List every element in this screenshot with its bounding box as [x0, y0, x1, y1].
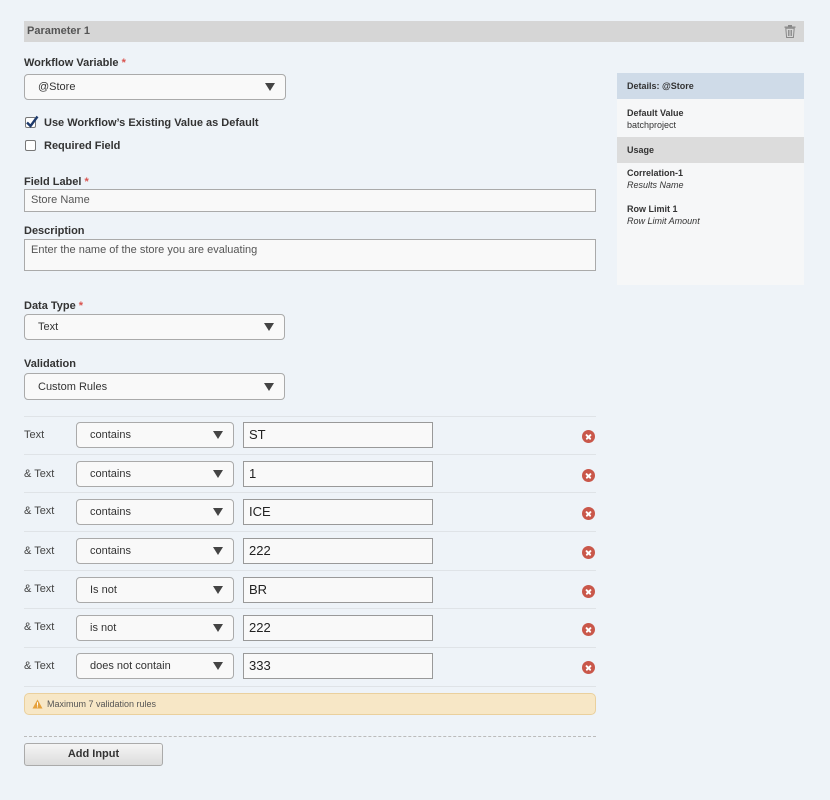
remove-rule-icon[interactable]: [582, 585, 595, 598]
warning-icon: [32, 699, 43, 709]
usage-title: Usage: [627, 145, 655, 155]
workflow-variable-value: @Store: [38, 81, 76, 93]
required-mark: *: [84, 176, 89, 188]
trash-icon[interactable]: [784, 25, 796, 38]
parameter-title: Parameter 1: [27, 25, 90, 37]
chevron-down-icon: [213, 508, 223, 516]
chevron-down-icon: [213, 624, 223, 632]
rule-operator-select[interactable]: does not contain: [76, 653, 234, 679]
rule-operator-select[interactable]: contains: [76, 538, 234, 564]
rule-value-input[interactable]: 222: [243, 615, 433, 641]
field-label-input[interactable]: Store Name: [24, 189, 596, 212]
validation-rule-row: Text contains ST: [24, 416, 596, 455]
use-existing-value-label: Use Workflow’s Existing Value as Default: [44, 117, 259, 129]
rule-operator-value: contains: [90, 545, 131, 557]
rule-label: & Text: [24, 505, 55, 517]
parameter-header: Parameter 1: [24, 21, 804, 42]
validation-rule-row: & Text is not 222: [24, 608, 596, 648]
rule-value-input[interactable]: ICE: [243, 499, 433, 525]
rule-operator-value: does not contain: [90, 660, 171, 672]
chevron-down-icon: [213, 470, 223, 478]
validation-value: Custom Rules: [38, 380, 108, 393]
rule-value-input[interactable]: ST: [243, 422, 433, 448]
description-label: Description: [24, 225, 85, 237]
usage-item-field: Row Limit Amount: [627, 216, 700, 226]
rule-operator-select[interactable]: Is not: [76, 577, 234, 603]
warning-text: Maximum 7 validation rules: [47, 699, 157, 709]
required-mark: *: [121, 57, 126, 69]
usage-item-name: Row Limit 1: [627, 204, 678, 214]
details-title: Details: @Store: [627, 81, 694, 91]
default-value-title: Default Value: [627, 108, 684, 118]
validation-rule-row: & Text contains 222: [24, 531, 596, 571]
details-panel: Details: @Store Default Value batchproje…: [617, 73, 804, 285]
description-textarea[interactable]: Enter the name of the store you are eval…: [24, 239, 596, 271]
rule-operator-select[interactable]: contains: [76, 422, 234, 448]
validation-select[interactable]: Custom Rules: [24, 373, 285, 400]
rule-operator-select[interactable]: contains: [76, 499, 234, 525]
rule-operator-select[interactable]: is not: [76, 615, 234, 641]
usage-item-name: Correlation-1: [627, 168, 684, 178]
rule-label: Text: [24, 429, 45, 441]
rule-label: & Text: [24, 660, 55, 672]
rule-label: & Text: [24, 468, 55, 480]
rule-operator-select[interactable]: contains: [76, 461, 234, 487]
usage-header: Usage: [617, 137, 804, 163]
remove-rule-icon[interactable]: [582, 507, 595, 520]
rule-operator-value: contains: [90, 506, 131, 518]
data-type-label: Data Type *: [24, 300, 84, 312]
workflow-variable-label: Workflow Variable *: [24, 57, 126, 69]
remove-rule-icon[interactable]: [582, 661, 595, 674]
chevron-down-icon: [213, 662, 223, 670]
required-mark: *: [78, 300, 84, 312]
required-field-checkbox[interactable]: [25, 140, 36, 151]
checkmark-icon: [26, 115, 39, 128]
required-field-label: Required Field: [44, 140, 121, 152]
chevron-down-icon: [265, 83, 275, 91]
validation-label: Validation: [24, 358, 76, 370]
add-input-button[interactable]: Add Input: [24, 743, 163, 766]
rule-label: & Text: [24, 545, 55, 557]
validation-rule-row: & Text contains ICE: [24, 492, 596, 532]
rule-operator-value: Is not: [90, 584, 117, 596]
validation-rule-row: & Text does not contain 333: [24, 647, 596, 687]
use-existing-value-checkbox[interactable]: [25, 115, 39, 128]
rule-label: & Text: [24, 583, 55, 595]
chevron-down-icon: [213, 586, 223, 594]
field-label-label: Field Label *: [24, 176, 89, 188]
usage-item-field: Results Name: [627, 180, 684, 190]
remove-rule-icon[interactable]: [582, 546, 595, 559]
chevron-down-icon: [213, 547, 223, 555]
validation-rule-row: & Text Is not BR: [24, 570, 596, 609]
data-type-select[interactable]: Text: [24, 314, 285, 340]
chevron-down-icon: [264, 382, 274, 391]
data-type-value: Text: [38, 321, 59, 333]
rule-value-input[interactable]: 222: [243, 538, 433, 564]
default-value: batchproject: [627, 120, 677, 130]
chevron-down-icon: [264, 323, 274, 331]
remove-rule-icon[interactable]: [582, 430, 595, 443]
validation-rule-row: & Text contains 1: [24, 454, 596, 493]
rule-operator-value: contains: [90, 429, 131, 441]
divider: [24, 736, 596, 737]
workflow-variable-select[interactable]: @Store: [24, 74, 286, 100]
rule-value-input[interactable]: BR: [243, 577, 433, 603]
max-rules-warning: Maximum 7 validation rules: [24, 693, 596, 715]
rule-operator-value: contains: [90, 468, 131, 480]
rule-label: & Text: [24, 621, 55, 633]
details-header: Details: @Store: [617, 73, 804, 99]
chevron-down-icon: [213, 431, 223, 439]
rule-value-input[interactable]: 1: [243, 461, 433, 487]
rule-operator-value: is not: [90, 622, 117, 634]
remove-rule-icon[interactable]: [582, 623, 595, 636]
remove-rule-icon[interactable]: [582, 469, 595, 482]
rule-value-input[interactable]: 333: [243, 653, 433, 679]
